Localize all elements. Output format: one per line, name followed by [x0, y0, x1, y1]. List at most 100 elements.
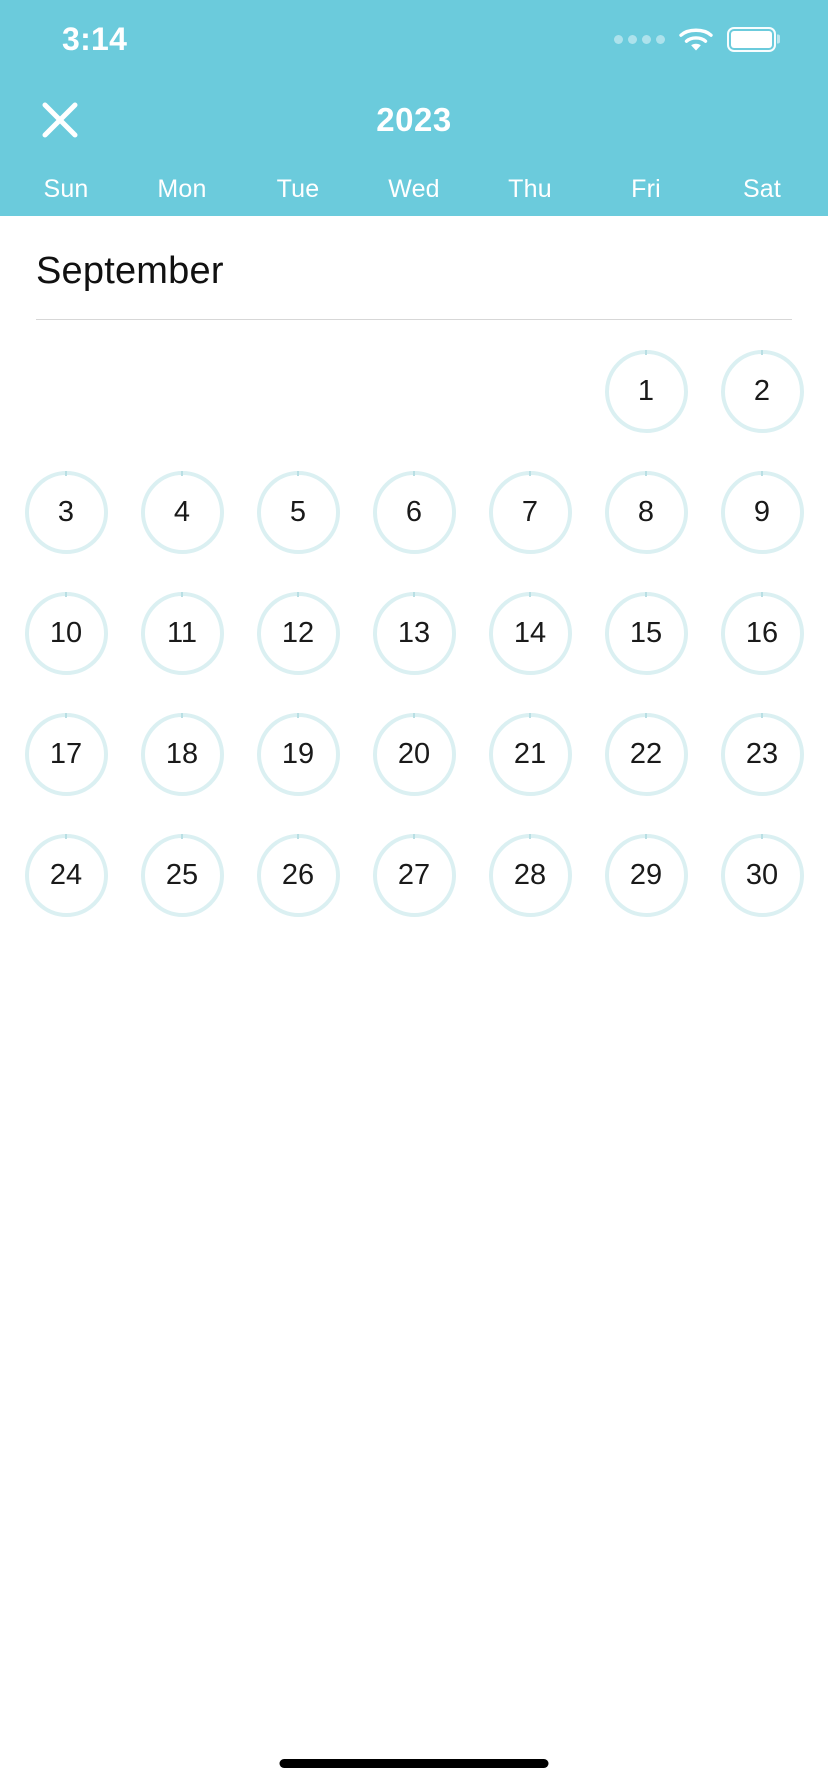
- day-29[interactable]: 29: [604, 834, 688, 917]
- day-ring-notch-icon: [761, 713, 763, 718]
- day-cell: 17: [8, 713, 124, 796]
- day-25[interactable]: 25: [140, 834, 224, 917]
- day-cell: 9: [704, 471, 820, 554]
- day-number: 21: [513, 738, 547, 770]
- day-ring-notch-icon: [297, 592, 299, 597]
- day-ring-notch-icon: [529, 471, 531, 476]
- day-number: 10: [49, 617, 83, 649]
- day-ring-notch-icon: [645, 592, 647, 597]
- day-cell: 3: [8, 471, 124, 554]
- day-cell: 8: [588, 471, 704, 554]
- day-ring-notch-icon: [413, 471, 415, 476]
- day-21[interactable]: 21: [488, 713, 572, 796]
- year-title: 2023: [376, 101, 452, 138]
- wifi-icon: [679, 28, 713, 50]
- day-7[interactable]: 7: [488, 471, 572, 554]
- day-number: 4: [173, 496, 191, 528]
- day-12[interactable]: 12: [256, 592, 340, 675]
- day-number: 11: [166, 617, 198, 649]
- day-number: 25: [165, 859, 199, 891]
- day-cell: 21: [472, 713, 588, 796]
- day-14[interactable]: 14: [488, 592, 572, 675]
- day-number: 3: [57, 496, 75, 528]
- day-ring-notch-icon: [65, 592, 67, 597]
- day-cell-empty: [8, 350, 124, 433]
- day-26[interactable]: 26: [256, 834, 340, 917]
- day-3[interactable]: 3: [24, 471, 108, 554]
- day-number: 8: [637, 496, 655, 528]
- day-11[interactable]: 11: [140, 592, 224, 675]
- day-15[interactable]: 15: [604, 592, 688, 675]
- day-number: 1: [637, 375, 655, 407]
- day-4[interactable]: 4: [140, 471, 224, 554]
- day-ring-notch-icon: [181, 471, 183, 476]
- day-8[interactable]: 8: [604, 471, 688, 554]
- home-indicator: [279, 1759, 549, 1768]
- day-17[interactable]: 17: [24, 713, 108, 796]
- day-ring-notch-icon: [529, 713, 531, 718]
- day-ring-notch-icon: [529, 834, 531, 839]
- day-number: 29: [629, 859, 663, 891]
- day-ring-notch-icon: [181, 834, 183, 839]
- day-19[interactable]: 19: [256, 713, 340, 796]
- day-number: 22: [629, 738, 663, 770]
- day-cell: 14: [472, 592, 588, 675]
- day-cell-empty: [124, 350, 240, 433]
- day-1[interactable]: 1: [604, 350, 688, 433]
- day-ring-notch-icon: [645, 713, 647, 718]
- status-bar: 3:14: [0, 0, 828, 78]
- day-20[interactable]: 20: [372, 713, 456, 796]
- day-number: 24: [49, 859, 83, 891]
- day-ring-notch-icon: [645, 834, 647, 839]
- day-cell: 13: [356, 592, 472, 675]
- battery-icon: [727, 26, 776, 52]
- day-cell: 22: [588, 713, 704, 796]
- day-number: 18: [165, 738, 199, 770]
- day-27[interactable]: 27: [372, 834, 456, 917]
- day-number: 6: [405, 496, 423, 528]
- day-24[interactable]: 24: [24, 834, 108, 917]
- day-9[interactable]: 9: [720, 471, 804, 554]
- day-5[interactable]: 5: [256, 471, 340, 554]
- day-cell: 11: [124, 592, 240, 675]
- day-ring-notch-icon: [297, 471, 299, 476]
- day-cell: 6: [356, 471, 472, 554]
- day-30[interactable]: 30: [720, 834, 804, 917]
- day-2[interactable]: 2: [720, 350, 804, 433]
- weekday-header-row: Sun Mon Tue Wed Thu Fri Sat: [0, 162, 828, 216]
- day-cell: 4: [124, 471, 240, 554]
- day-ring-notch-icon: [181, 592, 183, 597]
- day-cell: 29: [588, 834, 704, 917]
- day-cell: 15: [588, 592, 704, 675]
- day-ring-notch-icon: [761, 592, 763, 597]
- day-28[interactable]: 28: [488, 834, 572, 917]
- day-6[interactable]: 6: [372, 471, 456, 554]
- nav-bar: 2023: [0, 78, 828, 162]
- day-grid: 1 2 3 4 5 6 7 8 9 10 11 12 13 14 15 16 17 18 19 20 21 22 23 24 2…: [0, 320, 828, 917]
- day-22[interactable]: 22: [604, 713, 688, 796]
- day-ring-notch-icon: [65, 471, 67, 476]
- close-icon[interactable]: [32, 92, 88, 148]
- weekday-mon: Mon: [157, 174, 207, 203]
- day-cell-empty: [356, 350, 472, 433]
- day-18[interactable]: 18: [140, 713, 224, 796]
- day-cell-empty: [472, 350, 588, 433]
- day-number: 16: [745, 617, 779, 649]
- day-number: 13: [397, 617, 431, 649]
- day-number: 17: [49, 738, 83, 770]
- day-number: 28: [513, 859, 547, 891]
- day-cell: 10: [8, 592, 124, 675]
- day-cell: 16: [704, 592, 820, 675]
- day-number: 30: [745, 859, 779, 891]
- day-ring-notch-icon: [529, 592, 531, 597]
- month-section: September 1 2 3 4 5 6 7 8 9 10 11 12 13 14 15 16 17 18 19 2…: [0, 216, 828, 1792]
- day-23[interactable]: 23: [720, 713, 804, 796]
- day-number: 15: [629, 617, 663, 649]
- day-number: 9: [753, 496, 771, 528]
- day-10[interactable]: 10: [24, 592, 108, 675]
- day-cell: 1: [588, 350, 704, 433]
- day-ring-notch-icon: [413, 592, 415, 597]
- weekday-wed: Wed: [388, 174, 440, 203]
- day-16[interactable]: 16: [720, 592, 804, 675]
- day-13[interactable]: 13: [372, 592, 456, 675]
